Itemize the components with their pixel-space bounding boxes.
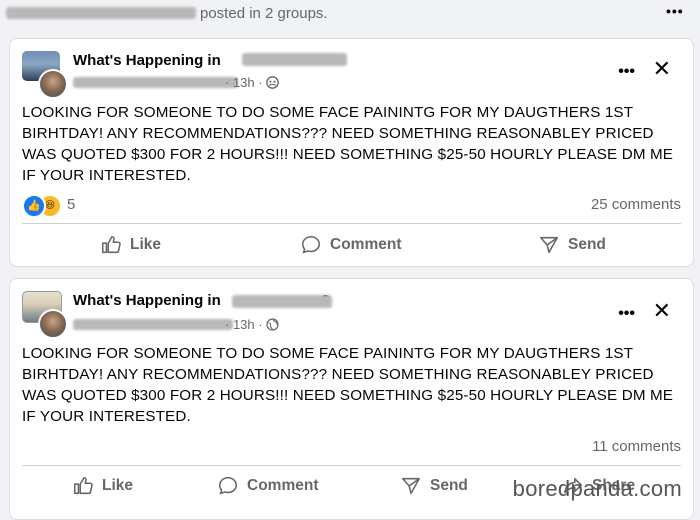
send-label: Send	[568, 236, 606, 253]
comments-count-link[interactable]: 11 comments	[592, 438, 681, 455]
send-button[interactable]: Send	[538, 234, 606, 256]
post-time[interactable]: · 13h ·	[225, 75, 266, 90]
comment-icon	[301, 235, 321, 254]
group-name-link[interactable]: What's Happening in	[73, 52, 221, 69]
reaction-count: 5	[67, 196, 76, 213]
shared-post-header: posted in 2 groups. •••	[0, 0, 700, 30]
like-label: Like	[130, 236, 162, 253]
user-avatar[interactable]	[38, 69, 68, 99]
comment-label: Comment	[330, 236, 402, 253]
comment-icon	[218, 476, 238, 495]
group-icon	[266, 76, 280, 89]
comment-button[interactable]: Comment	[300, 234, 401, 256]
post-meta: · 13h ·	[73, 317, 279, 332]
thumbs-up-icon	[73, 476, 93, 495]
post-meta: · 13h ·	[73, 75, 280, 90]
post-text: LOOKING FOR SOMEONE TO DO SOME FACE PAIN…	[22, 345, 674, 425]
user-avatar[interactable]	[38, 309, 68, 339]
like-button[interactable]: Like	[100, 234, 161, 256]
redacted-author-name	[6, 7, 196, 19]
like-button[interactable]: Like	[72, 475, 133, 497]
posted-in-groups-text: posted in 2 groups.	[200, 5, 328, 22]
comments-count-link[interactable]: 25 comments	[591, 196, 681, 213]
action-divider	[22, 465, 681, 466]
globe-icon	[266, 318, 279, 331]
post-more-options-icon[interactable]: •••	[618, 305, 635, 323]
close-icon[interactable]: ✕	[653, 56, 671, 82]
action-divider	[22, 223, 681, 224]
send-button[interactable]: Send	[400, 475, 468, 497]
post-more-options-icon[interactable]: •••	[618, 63, 635, 81]
send-label: Send	[430, 477, 468, 494]
post-avatar[interactable]	[22, 291, 68, 339]
close-icon[interactable]: ✕	[653, 298, 671, 324]
watermark: boredpanda.com	[512, 476, 682, 501]
like-label: Like	[102, 477, 134, 494]
post-text: LOOKING FOR SOMEONE TO DO SOME FACE PAIN…	[22, 104, 674, 184]
redacted-group-name	[232, 295, 332, 308]
more-options-icon[interactable]: •••	[666, 4, 684, 18]
like-reaction-icon: 👍	[22, 194, 46, 218]
comment-label: Comment	[247, 477, 319, 494]
group-post-card: What's Happening in · 13h · ••• ✕ LOOKIN…	[9, 38, 694, 267]
send-icon	[539, 236, 559, 254]
post-time[interactable]: · 13h ·	[225, 317, 266, 332]
redacted-group-name	[242, 53, 347, 66]
send-icon	[401, 477, 421, 495]
thumbs-up-icon	[101, 235, 121, 254]
post-avatar[interactable]	[22, 51, 68, 99]
comment-button[interactable]: Comment	[217, 475, 318, 497]
